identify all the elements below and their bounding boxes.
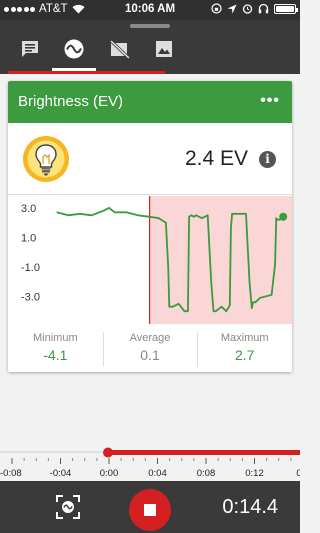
- bottom-bar: 0:14.4: [0, 481, 300, 533]
- tab-gallery[interactable]: [150, 36, 178, 62]
- lightbulb-icon: [23, 136, 69, 182]
- timeline-tick-label: -0:04: [50, 468, 72, 479]
- drawer-handle[interactable]: [130, 24, 170, 28]
- stat-minimum-value: -4.1: [43, 347, 68, 363]
- timeline-tick-label: 0:08: [197, 468, 216, 479]
- sensor-wave-icon: [64, 39, 84, 59]
- recording-region: [149, 196, 292, 324]
- stat-maximum-label: Maximum: [220, 332, 269, 344]
- timeline-tick-label: 0:00: [100, 468, 119, 479]
- stat-average-label: Average: [129, 332, 171, 344]
- y-tick-label: 1.0: [21, 232, 36, 244]
- tab-notes[interactable]: [16, 36, 44, 62]
- snapshot-icon: [56, 495, 80, 519]
- stat-maximum-value: 2.7: [234, 347, 255, 363]
- timeline-tick-label: 0:12: [245, 468, 264, 479]
- timeline-start-knob[interactable]: [103, 447, 113, 458]
- card-menu-button[interactable]: •••: [260, 92, 280, 110]
- battery-icon: [274, 3, 298, 14]
- image-icon: [156, 41, 172, 57]
- timeline-scrubber[interactable]: -0:08 -0:04 0:00 0:04 0:08 0:12 0:1: [0, 443, 300, 481]
- status-bar: AT&T 10:06 AM: [0, 0, 300, 20]
- snapshot-button[interactable]: [54, 493, 82, 521]
- stat-average: Average 0.1: [102, 328, 198, 372]
- timeline-tick-label: -0:08: [0, 468, 22, 479]
- y-tick-label: -1.0: [21, 262, 40, 274]
- y-tick-label: 3.0: [21, 203, 36, 215]
- location-arrow-icon: [227, 4, 237, 13]
- y-tick-label: -3.0: [21, 291, 40, 303]
- stat-minimum-label: Minimum: [33, 332, 78, 344]
- stat-maximum: Maximum 2.7: [197, 328, 292, 372]
- sensor-title: Brightness (EV): [18, 93, 124, 110]
- tab-camera-off[interactable]: [106, 36, 134, 62]
- current-value-point: [279, 212, 288, 221]
- stat-minimum: Minimum -4.1: [8, 328, 103, 372]
- headphones-icon: [258, 3, 269, 14]
- stop-recording-button[interactable]: [129, 489, 171, 531]
- sensor-card: Brightness (EV) ••• 2.4 EV i 3.0 1.0 -1.0 -…: [8, 81, 292, 372]
- camera-off-icon: [109, 39, 131, 59]
- elapsed-time: 0:14.4: [222, 496, 278, 518]
- card-header: Brightness (EV) •••: [8, 81, 292, 123]
- reading-value: 2.4 EV: [184, 147, 248, 170]
- status-icons: [211, 3, 298, 14]
- brightness-chart[interactable]: 3.0 1.0 -1.0 -3.0: [8, 196, 292, 324]
- stats-row: Minimum -4.1 Average 0.1 Maximum 2.7: [8, 328, 292, 372]
- tab-bar: [0, 20, 300, 74]
- lock-rotation-icon: [211, 3, 222, 14]
- reading-row: 2.4 EV i: [8, 123, 292, 195]
- timeline-tick-label: 0:04: [148, 468, 167, 479]
- comment-icon: [22, 41, 38, 57]
- info-icon[interactable]: i: [259, 151, 276, 168]
- stat-average-value: 0.1: [140, 347, 160, 363]
- timeline-tick-label: 0:1: [296, 468, 300, 479]
- stop-icon: [144, 504, 156, 516]
- alarm-icon: [242, 4, 253, 14]
- timeline-recorded-range: [108, 450, 300, 455]
- tab-sensors[interactable]: [60, 36, 88, 62]
- recording-indicator-strip: [8, 71, 165, 74]
